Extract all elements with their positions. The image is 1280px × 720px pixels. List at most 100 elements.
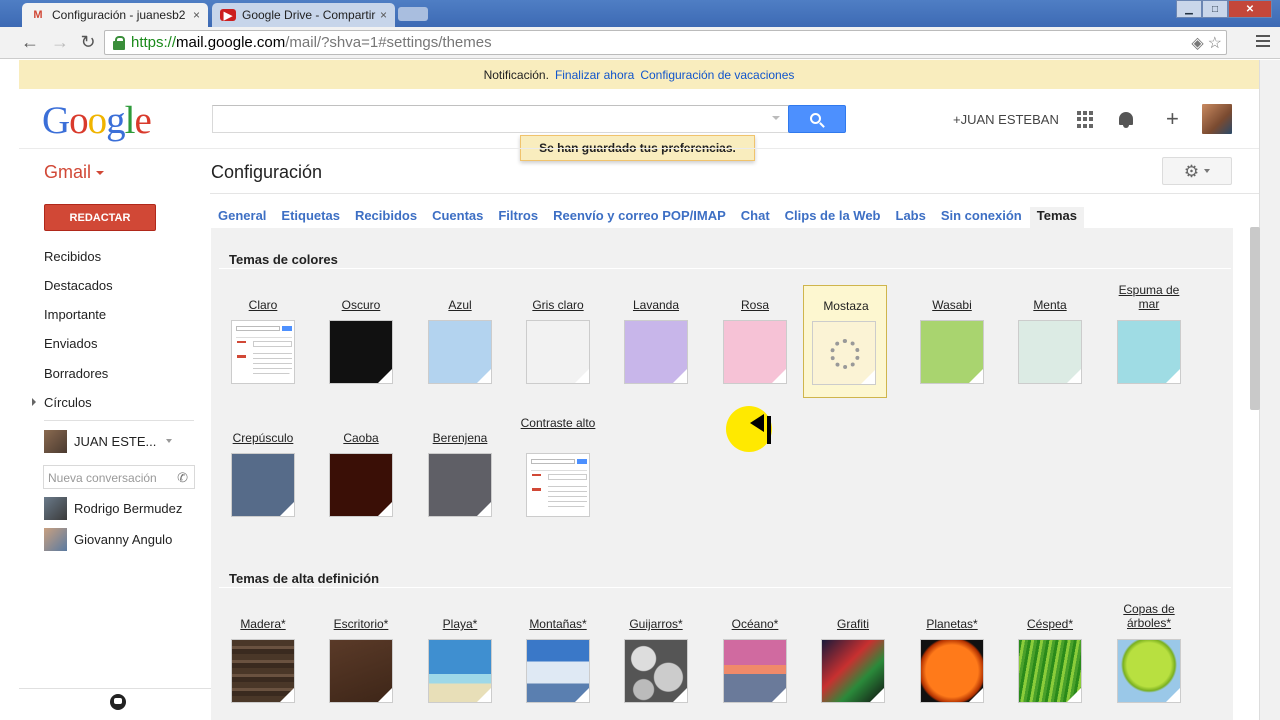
sidebar-item-destacados[interactable]: Destacados	[44, 278, 113, 293]
minimize-button[interactable]: ▁	[1176, 0, 1202, 18]
theme-option-claro[interactable]: Claro	[221, 282, 305, 398]
tab-close-icon[interactable]: ×	[380, 8, 387, 22]
finish-now-link[interactable]: Finalizar ahora	[555, 68, 634, 82]
tab-general[interactable]: General	[218, 207, 266, 228]
theme-swatch[interactable]	[821, 639, 885, 703]
expand-arrow-icon[interactable]	[32, 398, 36, 406]
theme-option-rosa[interactable]: Rosa	[713, 282, 797, 398]
theme-option-monta-as[interactable]: Montañas*	[516, 600, 600, 717]
chat-search-input[interactable]: Nueva conversación ✆	[43, 465, 195, 489]
theme-swatch[interactable]	[231, 320, 295, 384]
settings-gear-button[interactable]: ⚙	[1162, 157, 1232, 185]
theme-swatch[interactable]	[526, 453, 590, 517]
tab-chat[interactable]: Chat	[741, 207, 770, 228]
theme-option-escritorio[interactable]: Escritorio*	[319, 600, 403, 717]
sidebar-item-borradores[interactable]: Borradores	[44, 366, 108, 381]
theme-swatch[interactable]	[428, 639, 492, 703]
chat-contact[interactable]: Giovanny Angulo	[44, 528, 194, 551]
google-logo[interactable]: Google	[42, 98, 152, 143]
theme-swatch[interactable]	[723, 639, 787, 703]
theme-swatch[interactable]	[812, 321, 876, 385]
gmail-app-switcher[interactable]: Gmail	[44, 162, 105, 183]
theme-option-gris-claro[interactable]: Gris claro	[516, 282, 600, 398]
theme-swatch[interactable]	[231, 639, 295, 703]
theme-swatch[interactable]	[624, 320, 688, 384]
theme-option-oc-ano[interactable]: Océano*	[713, 600, 797, 717]
maximize-button[interactable]: □	[1202, 0, 1228, 18]
theme-option-espuma-de-mar[interactable]: Espuma de mar	[1107, 282, 1191, 398]
sidebar-item-importante[interactable]: Importante	[44, 307, 106, 322]
search-options-caret-icon[interactable]	[772, 116, 780, 120]
theme-swatch[interactable]	[526, 639, 590, 703]
close-window-button[interactable]: ✕	[1228, 0, 1272, 18]
sidebar-item-recibidos[interactable]: Recibidos	[44, 249, 101, 264]
sidebar-item-circulos[interactable]: Círculos	[44, 395, 92, 410]
tab-reenv-o-y-correo-pop-imap[interactable]: Reenvío y correo POP/IMAP	[553, 207, 726, 228]
address-bar[interactable]: https://mail.google.com/mail/?shva=1#set…	[104, 30, 1227, 55]
share-plus-icon[interactable]: +	[1166, 108, 1179, 130]
back-arrow-icon[interactable]: ←	[20, 33, 40, 51]
apps-grid-icon[interactable]	[1077, 111, 1094, 128]
search-button[interactable]	[788, 105, 846, 133]
bookmark-star-icon[interactable]: ☆	[1208, 33, 1222, 53]
account-avatar[interactable]	[1202, 104, 1232, 134]
new-tab-button[interactable]	[398, 7, 428, 21]
theme-option-madera[interactable]: Madera*	[221, 600, 305, 717]
theme-option-crep-sculo[interactable]: Crepúsculo	[221, 414, 305, 531]
theme-option-oscuro[interactable]: Oscuro	[319, 282, 403, 398]
browser-menu-icon[interactable]	[1256, 35, 1270, 47]
tab-etiquetas[interactable]: Etiquetas	[281, 207, 340, 228]
tab-cuentas[interactable]: Cuentas	[432, 207, 483, 228]
tab-clips-de-la-web[interactable]: Clips de la Web	[785, 207, 881, 228]
theme-swatch[interactable]	[920, 320, 984, 384]
theme-swatch[interactable]	[723, 320, 787, 384]
chat-status-self[interactable]: JUAN ESTE...	[44, 429, 194, 453]
theme-swatch[interactable]	[1018, 320, 1082, 384]
theme-option-grafiti[interactable]: Grafiti	[811, 600, 895, 717]
hangouts-icon[interactable]	[110, 694, 126, 710]
tab-temas[interactable]: Temas	[1029, 207, 1084, 228]
theme-option-caoba[interactable]: Caoba	[319, 414, 403, 531]
theme-option-playa[interactable]: Playa*	[418, 600, 502, 717]
theme-option-lavanda[interactable]: Lavanda	[614, 282, 698, 398]
theme-option-contraste-alto[interactable]: Contraste alto	[516, 414, 600, 531]
page-scrollbar-thumb[interactable]	[1250, 227, 1260, 410]
theme-swatch[interactable]	[526, 320, 590, 384]
theme-option-wasabi[interactable]: Wasabi	[910, 282, 994, 398]
theme-swatch[interactable]	[920, 639, 984, 703]
theme-swatch[interactable]	[329, 453, 393, 517]
search-input[interactable]	[213, 106, 788, 132]
tab-sin-conexi-n[interactable]: Sin conexión	[941, 207, 1022, 228]
compose-button[interactable]: REDACTAR	[44, 204, 156, 231]
sidebar-item-enviados[interactable]: Enviados	[44, 336, 97, 351]
theme-option-mostaza[interactable]: Mostaza	[803, 285, 887, 398]
tab-recibidos[interactable]: Recibidos	[355, 207, 417, 228]
vacation-settings-link[interactable]: Configuración de vacaciones	[640, 68, 794, 82]
browser-tab-drive[interactable]: ▶ Google Drive - Compartir ×	[212, 3, 395, 27]
extension-icon[interactable]: ◈	[1191, 33, 1203, 53]
reload-icon[interactable]: ↻	[78, 33, 98, 51]
theme-swatch[interactable]	[1117, 639, 1181, 703]
chat-contact[interactable]: Rodrigo Bermudez	[44, 497, 194, 520]
theme-option-azul[interactable]: Azul	[418, 282, 502, 398]
theme-swatch[interactable]	[428, 320, 492, 384]
theme-option-copas-de-rboles[interactable]: Copas de árboles*	[1107, 600, 1191, 717]
theme-swatch[interactable]	[1117, 320, 1181, 384]
theme-option-berenjena[interactable]: Berenjena	[418, 414, 502, 531]
page-scrollbar-track[interactable]	[1259, 60, 1280, 720]
browser-tab-configuracion[interactable]: M Configuración - juanesb2 ×	[22, 3, 208, 27]
theme-option-guijarros[interactable]: Guijarros*	[614, 600, 698, 717]
theme-swatch[interactable]	[329, 320, 393, 384]
user-name-link[interactable]: +JUAN ESTEBAN	[953, 112, 1059, 127]
theme-swatch[interactable]	[1018, 639, 1082, 703]
tab-filtros[interactable]: Filtros	[498, 207, 538, 228]
theme-swatch[interactable]	[428, 453, 492, 517]
tab-close-icon[interactable]: ×	[193, 8, 200, 22]
forward-arrow-icon[interactable]: →	[50, 33, 70, 51]
theme-option-menta[interactable]: Menta	[1008, 282, 1092, 398]
phone-icon[interactable]: ✆	[177, 470, 188, 486]
theme-option-c-sped[interactable]: Césped*	[1008, 600, 1092, 717]
theme-swatch[interactable]	[231, 453, 295, 517]
theme-swatch[interactable]	[329, 639, 393, 703]
theme-option-planetas[interactable]: Planetas*	[910, 600, 994, 717]
